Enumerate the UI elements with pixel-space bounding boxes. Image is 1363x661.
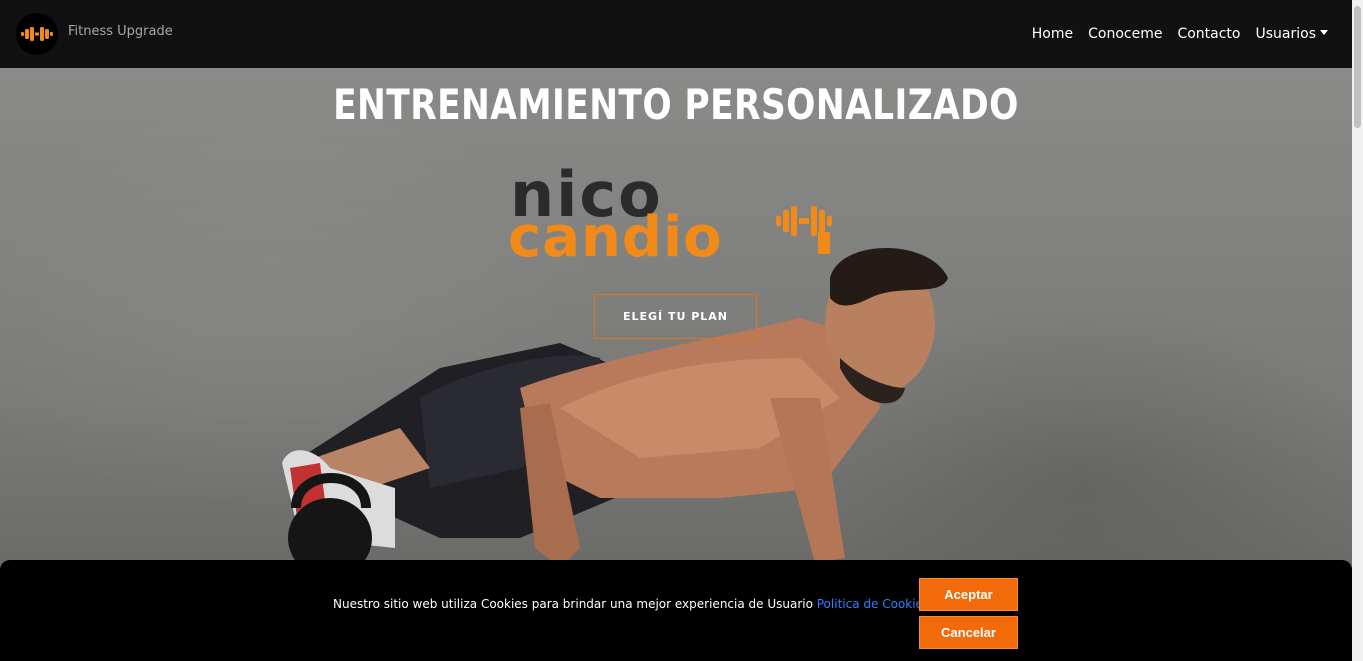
accept-cookies-button[interactable]: Aceptar xyxy=(919,578,1018,611)
logo-artwork: nico candio xyxy=(508,158,832,270)
cookie-message-text: Nuestro sitio web utiliza Cookies para b… xyxy=(333,597,817,611)
navbar: Fitness Upgrade Home Conoceme Contacto U… xyxy=(0,0,1352,68)
hero-title: ENTRENAMIENTO PERSONALIZADO xyxy=(333,80,1019,129)
nav-contacto[interactable]: Contacto xyxy=(1177,26,1240,42)
nav-conoceme[interactable]: Conoceme xyxy=(1088,26,1162,42)
cookie-policy-link[interactable]: Politica de Cookies. xyxy=(817,597,933,611)
brand-logo xyxy=(16,13,58,55)
logo-dumbbell-icon xyxy=(776,206,832,236)
cookie-banner: Nuestro sitio web utiliza Cookies para b… xyxy=(0,560,1352,661)
nav-menu: Home Conoceme Contacto Usuarios xyxy=(1032,26,1328,42)
brand-link[interactable]: Fitness Upgrade xyxy=(16,13,173,55)
scrollbar-thumb[interactable] xyxy=(1354,6,1361,128)
caret-down-icon xyxy=(1320,30,1328,35)
choose-plan-button[interactable]: ELEGÍ TU PLAN xyxy=(594,294,757,339)
page-scrollbar[interactable] xyxy=(1352,0,1363,661)
cancel-cookies-button[interactable]: Cancelar xyxy=(919,616,1018,649)
dumbbell-icon xyxy=(21,27,53,41)
nav-usuarios-dropdown[interactable]: Usuarios xyxy=(1255,26,1328,42)
cookie-message: Nuestro sitio web utiliza Cookies para b… xyxy=(333,597,933,611)
nav-usuarios-label: Usuarios xyxy=(1255,26,1317,42)
logo-text-candio: candio xyxy=(508,205,723,270)
nico-candiotti-logo: nico candio xyxy=(508,158,848,294)
nav-home[interactable]: Home xyxy=(1032,26,1073,42)
brand-name: Fitness Upgrade xyxy=(68,23,173,39)
